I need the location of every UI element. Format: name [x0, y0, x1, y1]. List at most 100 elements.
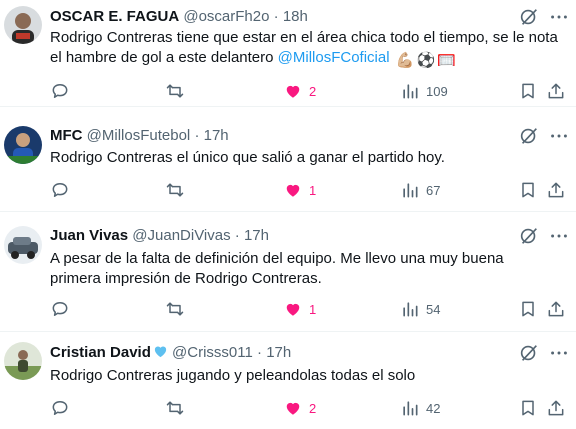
- retweet-button[interactable]: [165, 178, 185, 202]
- avatar[interactable]: [4, 226, 42, 264]
- timestamp[interactable]: 17h: [204, 127, 229, 144]
- tweet[interactable]: OSCAR E. FAGUA @oscarFh2o · 18h Rodrigo …: [0, 0, 576, 107]
- reply-button[interactable]: [50, 79, 70, 103]
- grok-icon[interactable]: [518, 6, 540, 28]
- action-bar: 2 109: [50, 79, 566, 103]
- share-icon: [548, 83, 564, 99]
- like-count: 1: [309, 182, 317, 198]
- display-name[interactable]: Cristian David: [50, 344, 151, 361]
- tweet-text: Rodrigo Contreras el único que salió a g…: [50, 148, 566, 168]
- share-button[interactable]: [546, 178, 566, 202]
- more-icon[interactable]: [548, 225, 570, 247]
- user-handle[interactable]: @JuanDiVivas: [132, 227, 230, 244]
- view-count: 42: [426, 400, 441, 416]
- bookmark-icon: [522, 182, 534, 198]
- views-button[interactable]: 42: [400, 396, 440, 420]
- share-icon: [548, 400, 564, 416]
- views-button[interactable]: 54: [400, 297, 440, 321]
- retweet-icon: [166, 401, 184, 415]
- avatar[interactable]: [4, 126, 42, 164]
- display-name[interactable]: Juan Vivas: [50, 227, 128, 244]
- tweet[interactable]: MFC @MillosFutebol · 17h Rodrigo Contrer…: [0, 107, 576, 212]
- like-button[interactable]: 1: [283, 178, 316, 202]
- share-icon: [548, 182, 564, 198]
- views-button[interactable]: 67: [400, 178, 440, 202]
- views-icon: [403, 84, 418, 99]
- more-icon[interactable]: [548, 125, 570, 147]
- grok-icon[interactable]: [518, 342, 540, 364]
- like-button[interactable]: 2: [283, 396, 316, 420]
- more-icon[interactable]: [548, 6, 570, 28]
- retweet-icon: [166, 84, 184, 98]
- more-icon[interactable]: [548, 342, 570, 364]
- bookmark-button[interactable]: [518, 297, 538, 321]
- views-button[interactable]: 109: [400, 79, 448, 103]
- bookmark-icon: [522, 400, 534, 416]
- action-bar: 1 54: [50, 297, 566, 321]
- share-button[interactable]: [546, 79, 566, 103]
- reply-icon: [52, 302, 68, 316]
- retweet-button[interactable]: [165, 396, 185, 420]
- views-icon: [403, 302, 418, 317]
- tweet-text-content: Rodrigo Contreras el único que salió a g…: [50, 149, 445, 166]
- like-button[interactable]: 2: [283, 79, 316, 103]
- reply-button[interactable]: [50, 396, 70, 420]
- share-button[interactable]: [546, 396, 566, 420]
- timestamp[interactable]: 17h: [266, 344, 291, 361]
- separator-dot: ·: [273, 8, 279, 25]
- separator-dot: ·: [234, 227, 240, 244]
- views-icon: [403, 401, 418, 416]
- tweet-text: Rodrigo Contreras tiene que estar en el …: [50, 28, 566, 71]
- reply-feed: OSCAR E. FAGUA @oscarFh2o · 18h Rodrigo …: [0, 0, 576, 429]
- action-bar: 1 67: [50, 178, 566, 202]
- bookmark-button[interactable]: [518, 396, 538, 420]
- mention-link[interactable]: @MillosFCoficial: [278, 49, 390, 66]
- tweet[interactable]: Cristian David @Crisss011 · 17h Rodrigo …: [0, 332, 576, 429]
- share-button[interactable]: [546, 297, 566, 321]
- user-handle[interactable]: @MillosFutebol: [87, 127, 191, 144]
- bookmark-icon: [522, 83, 534, 99]
- tweet-header: OSCAR E. FAGUA @oscarFh2o · 18h: [50, 7, 516, 27]
- like-count: 1: [309, 301, 317, 317]
- goal-net-emoji: 🥅: [437, 52, 456, 69]
- view-count: 67: [426, 182, 441, 198]
- display-name[interactable]: OSCAR E. FAGUA: [50, 8, 179, 25]
- tweet-text: Rodrigo Contreras jugando y peleandolas …: [50, 366, 566, 386]
- avatar[interactable]: [4, 342, 42, 380]
- like-count: 2: [309, 400, 317, 416]
- grok-icon[interactable]: [518, 125, 540, 147]
- tweet-header: Juan Vivas @JuanDiVivas · 17h: [50, 226, 516, 246]
- reply-icon: [52, 84, 68, 98]
- user-handle[interactable]: @oscarFh2o: [183, 8, 269, 25]
- retweet-button[interactable]: [165, 297, 185, 321]
- bookmark-button[interactable]: [518, 178, 538, 202]
- tweet-text-content: Rodrigo Contreras jugando y peleandolas …: [50, 367, 416, 384]
- reply-icon: [52, 401, 68, 415]
- retweet-button[interactable]: [165, 79, 185, 103]
- soccer-ball-emoji: ⚽: [416, 52, 436, 69]
- separator-dot: ·: [257, 344, 263, 361]
- like-count: 2: [309, 83, 317, 99]
- heart-filled-icon: [286, 303, 300, 316]
- share-icon: [548, 301, 564, 317]
- heart-filled-icon: [286, 402, 300, 415]
- heart-filled-icon: [286, 184, 300, 197]
- user-handle[interactable]: @Crisss011: [172, 344, 253, 361]
- reply-button[interactable]: [50, 178, 70, 202]
- timestamp[interactable]: 18h: [283, 8, 308, 25]
- timestamp[interactable]: 17h: [244, 227, 269, 244]
- reply-button[interactable]: [50, 297, 70, 321]
- bookmark-icon: [522, 301, 534, 317]
- bookmark-button[interactable]: [518, 79, 538, 103]
- like-button[interactable]: 1: [283, 297, 316, 321]
- tweet[interactable]: Juan Vivas @JuanDiVivas · 17h A pesar de…: [0, 212, 576, 332]
- tweet-text-content: A pesar de la falta de definición del eq…: [50, 250, 504, 287]
- reply-icon: [52, 183, 68, 197]
- view-count: 109: [426, 83, 448, 99]
- avatar[interactable]: [4, 6, 42, 44]
- tweet-header: Cristian David @Crisss011 · 17h: [50, 343, 516, 363]
- flexed-biceps-emoji: 💪🏼: [395, 52, 415, 69]
- display-name[interactable]: MFC: [50, 127, 83, 144]
- tweet-header: MFC @MillosFutebol · 17h: [50, 126, 516, 146]
- grok-icon[interactable]: [518, 225, 540, 247]
